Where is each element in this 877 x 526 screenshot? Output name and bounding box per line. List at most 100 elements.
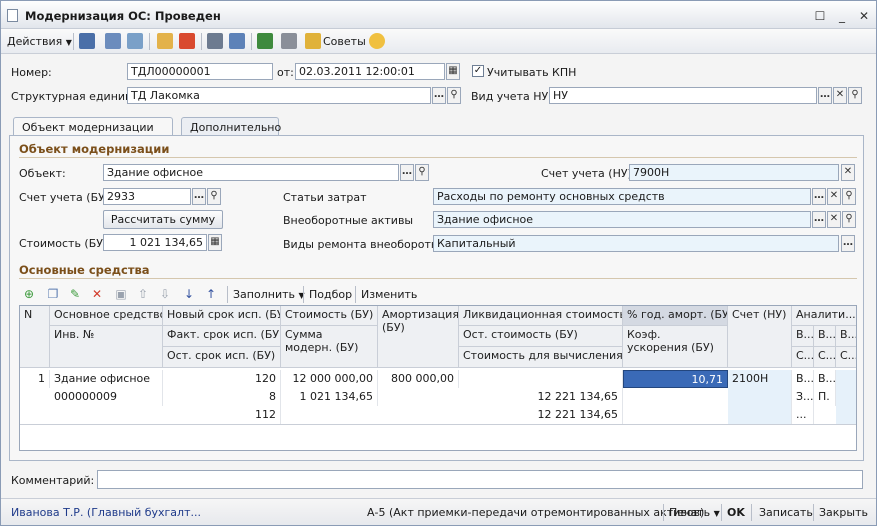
column-header-pct[interactable]: % год. аморт. (БУ) <box>623 306 728 326</box>
list-icon[interactable] <box>207 33 223 49</box>
calendar-icon[interactable]: ▦ <box>446 63 460 80</box>
ok-button[interactable]: OK <box>727 506 745 519</box>
change-button[interactable]: Изменить <box>361 288 417 301</box>
cell-inv[interactable]: 000000009 <box>50 388 163 406</box>
cell-a2[interactable]: В... <box>814 370 836 388</box>
select-button-icon[interactable]: … <box>841 235 855 252</box>
number-field[interactable]: ТДЛ00000001 <box>127 63 273 80</box>
select-button-icon[interactable]: … <box>818 87 832 104</box>
account-bu-field[interactable]: 2933 <box>103 188 191 205</box>
cell-cost[interactable]: 12 000 000,00 <box>281 370 378 388</box>
calculate-sum-button[interactable]: Рассчитать сумму <box>103 210 223 229</box>
advice-button[interactable]: Советы <box>323 33 366 51</box>
search-icon[interactable]: ⚲ <box>848 87 862 104</box>
search-icon[interactable]: ⚲ <box>842 188 856 205</box>
sort-desc-icon[interactable]: ↑ <box>203 286 219 302</box>
edit-row-icon[interactable]: ✎ <box>67 286 83 302</box>
save-button[interactable]: Записать <box>759 506 813 519</box>
actions-menu[interactable]: Действия ▼ <box>7 33 72 51</box>
cell-rest-term[interactable]: 112 <box>163 406 281 424</box>
search-icon[interactable]: ⚲ <box>447 87 461 104</box>
cell-pct[interactable]: 10,71 <box>623 370 728 388</box>
calculator-icon[interactable]: ▦ <box>208 234 222 251</box>
move-up-icon[interactable]: ⇧ <box>135 286 151 302</box>
search-icon[interactable]: ⚲ <box>842 211 856 228</box>
copy-icon[interactable] <box>127 33 143 49</box>
post-icon[interactable] <box>79 33 95 49</box>
comment-field[interactable] <box>97 470 863 489</box>
account-nu-field[interactable]: 7900Н <box>629 164 839 181</box>
print-form-link[interactable]: А-5 (Акт приемки-передачи отремонтирован… <box>367 506 704 519</box>
cell-n[interactable]: 1 <box>20 370 50 388</box>
movements-icon[interactable] <box>229 33 245 49</box>
cell-calc-cost[interactable]: 12 221 134,65 <box>459 406 623 424</box>
column-header-c3[interactable]: С... <box>836 347 856 368</box>
cell-new-term[interactable]: 120 <box>163 370 281 388</box>
column-header-coef[interactable]: Коэф. ускорения (БУ) <box>623 326 728 368</box>
select-button-icon[interactable]: … <box>432 87 446 104</box>
clear-icon[interactable]: ✕ <box>827 188 841 205</box>
cell-account-nu[interactable]: 2100Н <box>728 370 792 424</box>
cost-field[interactable]: 1 021 134,65 <box>103 234 207 251</box>
fill-menu[interactable]: Заполнить ▼ <box>233 288 305 301</box>
clear-icon[interactable]: ✕ <box>833 87 847 104</box>
column-header-rest-term[interactable]: Ост. срок исп. (БУ) <box>163 347 281 368</box>
unit-field[interactable]: ТД Лакомка <box>127 87 431 104</box>
date-field[interactable]: 02.03.2011 12:00:01 <box>295 63 445 80</box>
cell-asset[interactable]: Здание офисное <box>50 370 163 388</box>
column-header-inv[interactable]: Инв. № <box>50 326 163 368</box>
move-down-icon[interactable]: ⇩ <box>157 286 173 302</box>
column-header-amortization[interactable]: Амортизация (БУ) <box>378 306 459 368</box>
cell-a4[interactable]: П. <box>814 388 836 406</box>
column-header-rest-cost[interactable]: Ост. стоимость (БУ) <box>459 326 623 347</box>
refresh-icon[interactable] <box>105 33 121 49</box>
user-info[interactable]: Иванова Т.Р. (Главный бухгалт... <box>11 506 201 519</box>
column-header-analytics[interactable]: Аналити... <box>792 306 856 326</box>
based-on-icon[interactable] <box>157 33 173 49</box>
column-header-b1[interactable]: В... <box>792 326 814 347</box>
cell-a-extra[interactable] <box>836 370 856 424</box>
column-header-liquidation[interactable]: Ликвидационная стоимость ... <box>459 306 623 326</box>
object-field[interactable]: Здание офисное <box>103 164 399 181</box>
structure-icon[interactable] <box>179 33 195 49</box>
cell-amortization[interactable]: 800 000,00 <box>378 370 459 388</box>
cell-rest-cost[interactable]: 12 221 134,65 <box>459 388 623 406</box>
select-button-icon[interactable]: … <box>400 164 414 181</box>
tab-additional[interactable]: Дополнительно <box>181 117 281 137</box>
column-header-b2[interactable]: В... <box>814 326 836 347</box>
cell-fact-term[interactable]: 8 <box>163 388 281 406</box>
select-button[interactable]: Подбор <box>309 288 352 301</box>
advice-icon[interactable] <box>305 33 321 49</box>
column-header-c2[interactable]: С... <box>814 347 836 368</box>
column-header-c1[interactable]: С... <box>792 347 814 368</box>
help-icon[interactable] <box>369 33 385 49</box>
column-header-fact-term[interactable]: Факт. срок исп. (БУ) <box>163 326 281 347</box>
print-menu[interactable]: Печать ▼ <box>669 506 720 519</box>
tab-modernization-object[interactable]: Объект модернизации и ОС <box>13 117 173 147</box>
column-header-n[interactable]: N <box>20 306 50 368</box>
column-header-calc-cost[interactable]: Стоимость для вычисления ... <box>459 347 623 368</box>
search-icon[interactable]: ⚲ <box>207 188 221 205</box>
column-header-new-term[interactable]: Новый срок исп. (БУ) <box>163 306 281 326</box>
select-button-icon[interactable]: … <box>192 188 206 205</box>
dt-kt-icon[interactable] <box>257 33 273 49</box>
column-header-mod-sum[interactable]: Сумма модерн. (БУ) <box>281 326 378 368</box>
clear-icon[interactable]: ✕ <box>841 164 855 181</box>
cost-items-field[interactable]: Расходы по ремонту основных средств <box>433 188 811 205</box>
column-header-account-nu[interactable]: Счет (НУ) <box>728 306 792 368</box>
end-edit-icon[interactable]: ▣ <box>113 286 129 302</box>
column-header-asset[interactable]: Основное средство <box>50 306 163 326</box>
column-header-cost[interactable]: Стоимость (БУ) <box>281 306 378 326</box>
cell-a1[interactable]: В... <box>792 370 814 388</box>
cell-liquidation[interactable] <box>459 370 623 388</box>
minimize-icon[interactable]: _ <box>835 10 849 22</box>
noncurrent-field[interactable]: Здание офисное <box>433 211 811 228</box>
copy-row-icon[interactable]: ❐ <box>45 286 61 302</box>
select-button-icon[interactable]: … <box>812 188 826 205</box>
column-header-b3[interactable]: В... <box>836 326 856 347</box>
cell-mod-sum[interactable]: 1 021 134,65 <box>281 388 378 406</box>
close-button[interactable]: Закрыть <box>819 506 868 519</box>
help-window-icon[interactable]: ☐ <box>813 10 827 22</box>
repair-type-field[interactable]: Капитальный <box>433 235 839 252</box>
kpn-checkbox[interactable]: ✓ <box>472 65 484 77</box>
